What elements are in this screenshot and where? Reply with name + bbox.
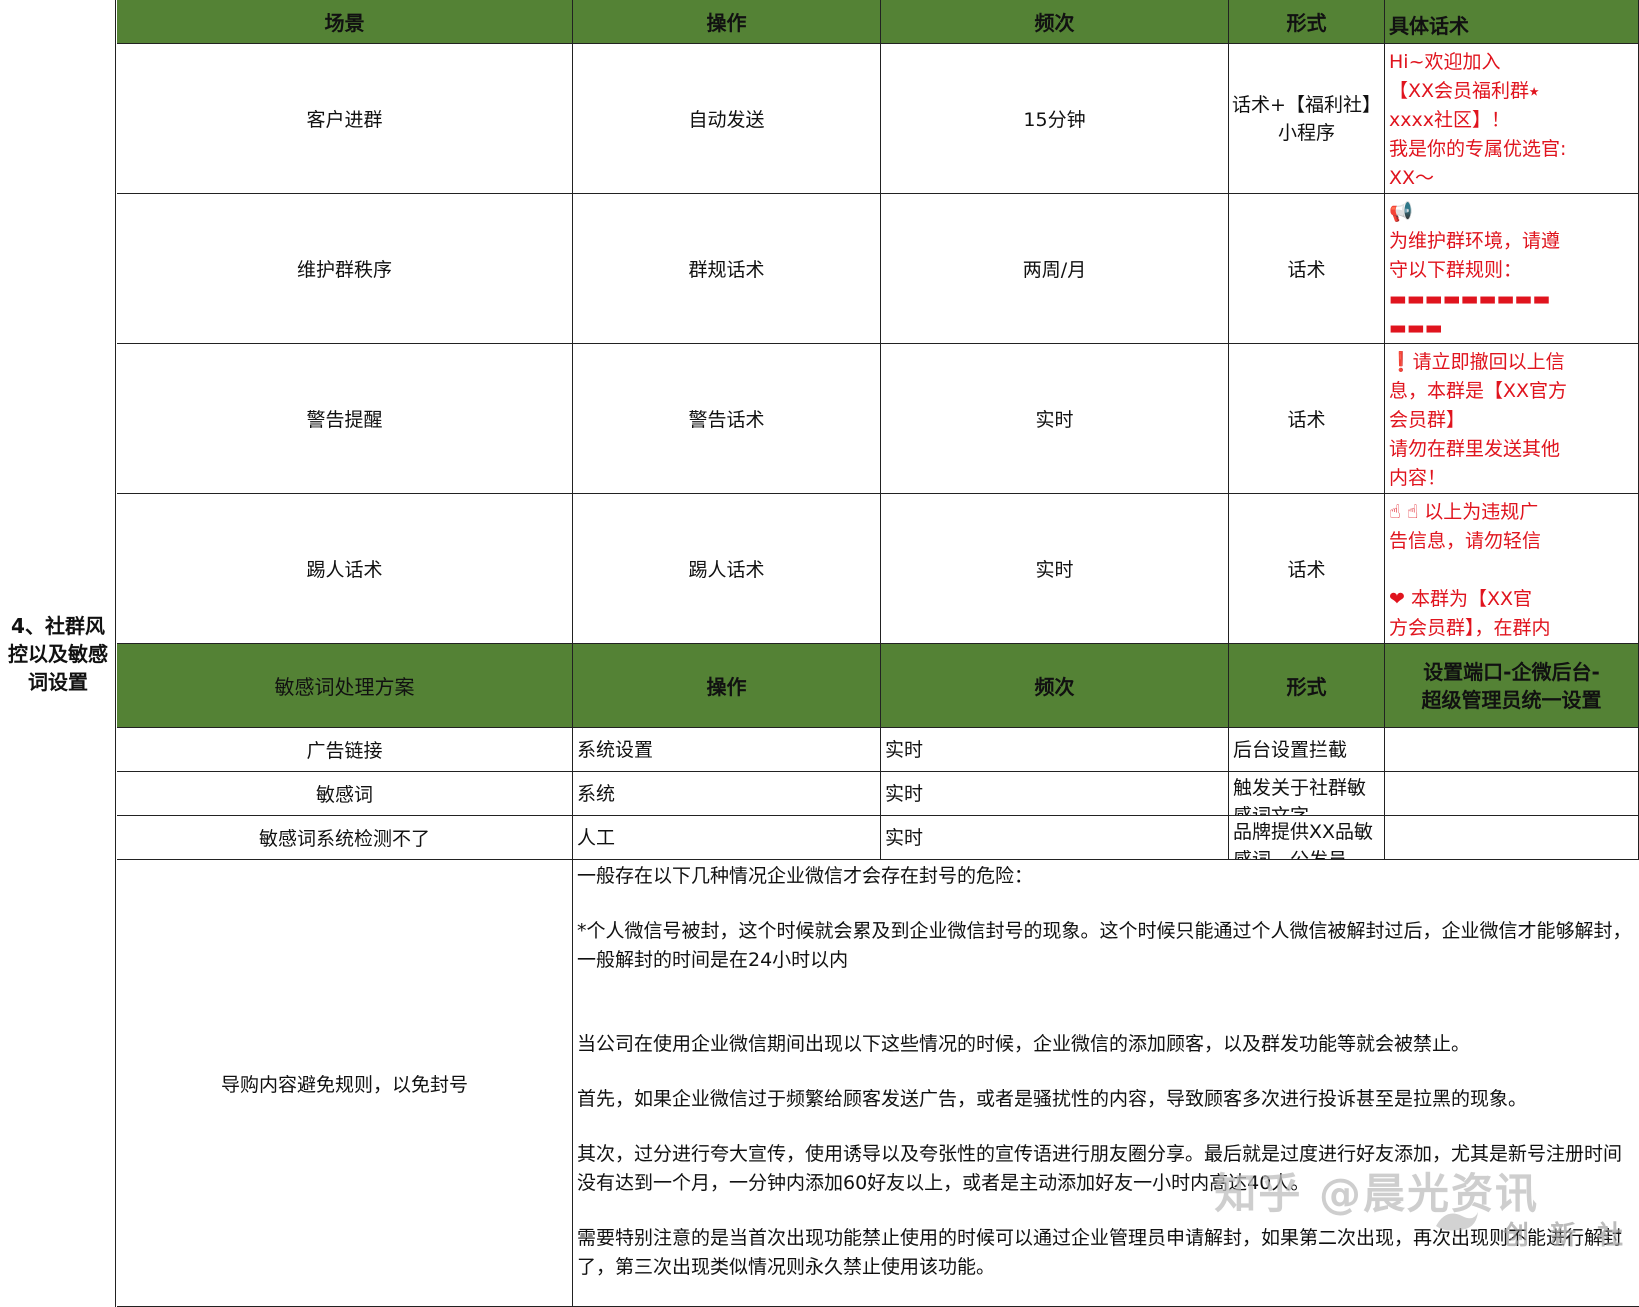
watermark-sub: 创 新 社 xyxy=(1502,1221,1629,1251)
script-cell: ☝ ☝ 以上为违规广 告信息，请勿轻信 ❤ 本群为【XX官 方会员群】，在群内 xyxy=(1385,494,1639,644)
table-cell: 实时 xyxy=(881,816,1229,860)
header-frequency: 频次 xyxy=(881,644,1229,728)
rules-paragraph: 一般存在以下几种情况企业微信才会存在封号的危险： xyxy=(577,865,1034,887)
table-cell: 触发关于社群敏 感词文字 xyxy=(1229,772,1385,816)
script-cell: ❗请立即撤回以上信 息，本群是【XX官方 会员群】 请勿在群里发送其他 内容！ xyxy=(1385,344,1639,494)
rules-title: 导购内容避免规则，以免封号 xyxy=(117,860,573,1307)
table-cell xyxy=(1385,816,1639,860)
header-scene: 场景 xyxy=(117,0,573,44)
rules-paragraph: *个人微信号被封，这个时候就会累及到企业微信封号的现象。这个时候只能通过个人微信… xyxy=(577,920,1632,971)
header-action: 操作 xyxy=(573,0,881,44)
table-cell: 15分钟 xyxy=(881,44,1229,194)
table-cell xyxy=(1385,772,1639,816)
header-sensitive-plan: 敏感词处理方案 xyxy=(117,644,573,728)
table-cell: 系统设置 xyxy=(573,728,881,772)
header-form: 形式 xyxy=(1229,644,1385,728)
table-cell: 广告链接 xyxy=(117,728,573,772)
table-cell: 客户进群 xyxy=(117,44,573,194)
table-cell: 自动发送 xyxy=(573,44,881,194)
watermark-logo-icon xyxy=(1436,1212,1478,1231)
section-column: 4、社群风 控以及敏感 词设置 xyxy=(0,0,116,1307)
table-cell: 后台设置拦截 xyxy=(1229,728,1385,772)
table-cell: 两周/月 xyxy=(881,194,1229,344)
header-script: 具体话术 xyxy=(1385,0,1639,44)
watermark-text: 知乎 @晨光资讯 xyxy=(1214,1169,1539,1218)
table-cell: 群规话术 xyxy=(573,194,881,344)
table-cell: 话术 xyxy=(1229,344,1385,494)
table-cell: 系统 xyxy=(573,772,881,816)
header-action: 操作 xyxy=(573,644,881,728)
table-cell: 踢人话术 xyxy=(117,494,573,644)
table-cell: 实时 xyxy=(881,494,1229,644)
table-cell: 人工 xyxy=(573,816,881,860)
table-cell: 实时 xyxy=(881,728,1229,772)
header-setting: 设置端口-企微后台- 超级管理员统一设置 xyxy=(1385,644,1639,728)
table-cell: 踢人话术 xyxy=(573,494,881,644)
table-cell: 品牌提供XX品敏 感词，公发员 xyxy=(1229,816,1385,860)
section-label: 4、社群风 控以及敏感 词设置 xyxy=(8,614,108,694)
table-cell xyxy=(1385,728,1639,772)
table-cell: 维护群秩序 xyxy=(117,194,573,344)
table-cell: 警告提醒 xyxy=(117,344,573,494)
table-cell: 敏感词系统检测不了 xyxy=(117,816,573,860)
script-cell: 📢 为维护群环境，请遵 守以下群规则： ▬▬▬▬▬▬▬▬▬ ▬▬▬ xyxy=(1385,194,1639,344)
table-cell: 敏感词 xyxy=(117,772,573,816)
spreadsheet: 4、社群风 控以及敏感 词设置 场景 操作 频次 形式 具体话术 客户进群 自动… xyxy=(0,0,1639,1307)
table-cell: 警告话术 xyxy=(573,344,881,494)
header-form: 形式 xyxy=(1229,0,1385,44)
script-cell: Hi~欢迎加入 【XX会员福利群⭑ xxxx社区】！ 我是你的专属优选官: XX… xyxy=(1385,44,1639,194)
table-cell: 实时 xyxy=(881,344,1229,494)
rules-paragraph: 当公司在使用企业微信期间出现以下这些情况的时候，企业微信的添加顾客，以及群发功能… xyxy=(577,1033,1471,1055)
rules-text: 一般存在以下几种情况企业微信才会存在封号的危险： *个人微信号被封，这个时候就会… xyxy=(573,860,1639,1307)
table-cell: 话术 xyxy=(1229,194,1385,344)
table-cell: 话术+【福利社】 小程序 xyxy=(1229,44,1385,194)
rules-paragraph: 首先，如果企业微信过于频繁给顾客发送广告，或者是骚扰性的内容，导致顾客多次进行投… xyxy=(577,1088,1528,1110)
table-cell: 话术 xyxy=(1229,494,1385,644)
table-grid: 场景 操作 频次 形式 具体话术 客户进群 自动发送 15分钟 话术+【福利社】… xyxy=(117,0,1639,1307)
table-cell: 实时 xyxy=(881,772,1229,816)
header-frequency: 频次 xyxy=(881,0,1229,44)
